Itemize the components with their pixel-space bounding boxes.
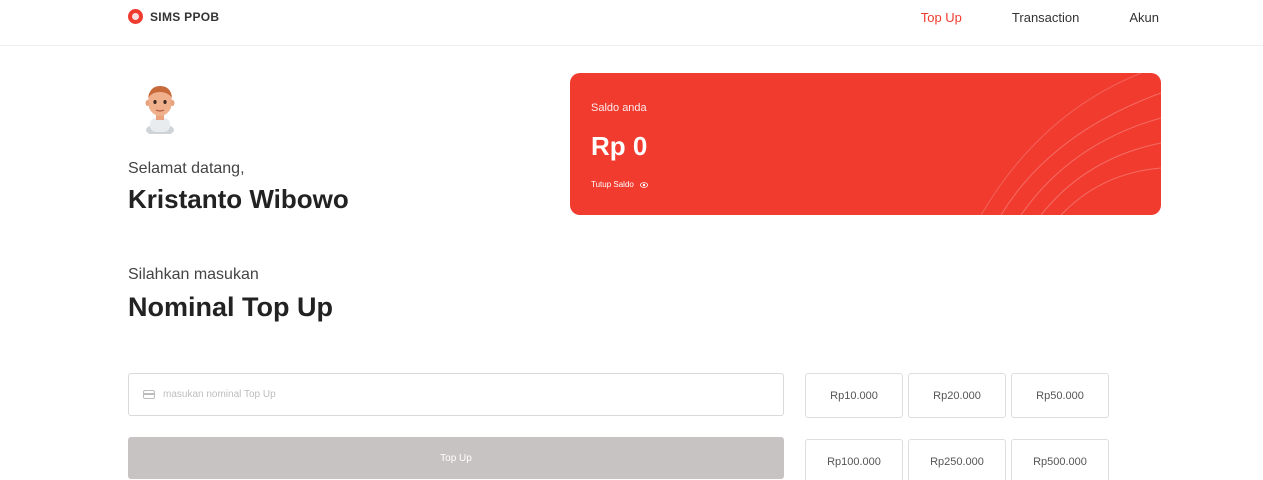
topup-title: Nominal Top Up xyxy=(128,292,333,322)
brand-logo-icon xyxy=(128,9,143,24)
nav-topup-link[interactable]: Top Up xyxy=(921,10,962,25)
top-navbar: SIMS PPOB Top Up Transaction Akun xyxy=(0,0,1263,46)
toggle-balance-label: Tutup Saldo xyxy=(591,180,634,189)
card-icon xyxy=(143,390,155,399)
toggle-balance-button[interactable]: Tutup Saldo xyxy=(591,180,648,189)
preset-10000-button[interactable]: Rp10.000 xyxy=(805,373,903,418)
user-name: Kristanto Wibowo xyxy=(128,184,349,214)
nav-akun-link[interactable]: Akun xyxy=(1129,10,1159,25)
brand[interactable]: SIMS PPOB xyxy=(128,9,219,24)
brand-name: SIMS PPOB xyxy=(150,9,220,24)
preset-50000-button[interactable]: Rp50.000 xyxy=(1011,373,1109,418)
preset-100000-button[interactable]: Rp100.000 xyxy=(805,439,903,480)
balance-label: Saldo anda xyxy=(591,102,647,114)
topup-button[interactable]: Top Up xyxy=(128,437,784,479)
topup-subtitle: Silahkan masukan xyxy=(128,266,259,283)
nominal-input-wrapper[interactable] xyxy=(128,373,784,416)
preset-20000-button[interactable]: Rp20.000 xyxy=(908,373,1006,418)
nav-transaction-link[interactable]: Transaction xyxy=(1012,10,1079,25)
nominal-input[interactable] xyxy=(163,389,763,400)
preset-grid: Rp10.000 Rp20.000 Rp50.000 Rp100.000 Rp2… xyxy=(805,373,1109,480)
eye-icon xyxy=(639,181,648,188)
card-wave-decoration xyxy=(980,73,1161,215)
greeting-text: Selamat datang, xyxy=(128,160,245,177)
balance-card: Saldo anda Rp 0 Tutup Saldo xyxy=(570,73,1161,215)
balance-amount: Rp 0 xyxy=(591,131,648,161)
nav-menu: Top Up Transaction Akun xyxy=(921,10,1159,25)
preset-500000-button[interactable]: Rp500.000 xyxy=(1011,439,1109,480)
avatar-icon xyxy=(145,86,175,134)
preset-250000-button[interactable]: Rp250.000 xyxy=(908,439,1006,480)
